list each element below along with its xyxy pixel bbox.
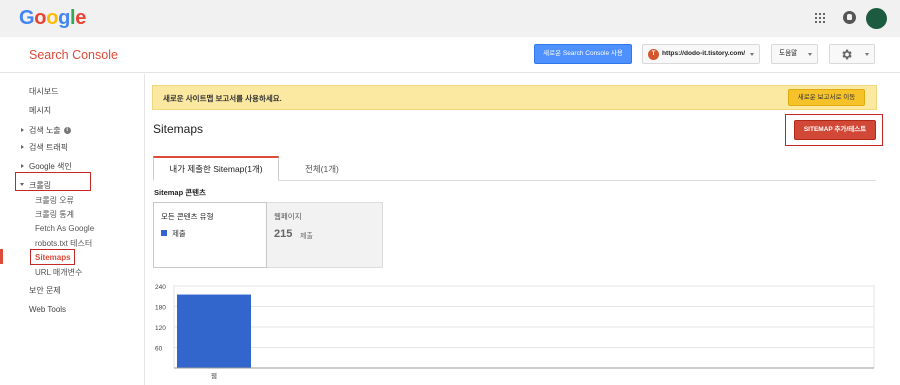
chevron-down-icon: [750, 53, 754, 56]
all-content-types-label: 모든 콘텐츠 유형: [161, 212, 214, 221]
sidebar-item-crawl-stats[interactable]: 크롤링 통계: [35, 209, 74, 220]
property-selector[interactable]: T https://dodo-it.tistory.com/: [642, 44, 760, 64]
content-type-card[interactable]: 모든 콘텐츠 유형 제출: [153, 202, 267, 268]
logo-letter-3: o: [46, 7, 59, 29]
sidebar-item-security[interactable]: 보안 문제: [29, 285, 61, 296]
sidebar-item-search-appearance[interactable]: 검색 노출 i: [21, 125, 71, 136]
sidebar-item-messages[interactable]: 메시지: [29, 105, 51, 116]
sitemap-chart: 60 120 180 240 웹: [155, 284, 875, 380]
sidebar-item-dashboard[interactable]: 대시보드: [29, 86, 58, 97]
sidebar-item-google-index[interactable]: Google 색인: [21, 161, 72, 172]
sidebar-item-label: 검색 노출: [29, 126, 61, 135]
highlight-box-add-sitemap: [785, 114, 883, 146]
help-button[interactable]: 도움말: [771, 44, 818, 64]
sitemap-content-label: Sitemap 콘텐츠: [154, 188, 206, 197]
web-pages-label: 웹페이지: [274, 212, 302, 221]
sidebar-nav: 대시보드 메시지 검색 노출 i 검색 트래픽 Google 색인 크롤링 크롤링…: [0, 74, 145, 385]
info-icon[interactable]: i: [63, 127, 71, 135]
highlight-box-sitemaps: [30, 249, 75, 265]
web-pages-count-label: 제출: [300, 233, 313, 240]
google-bar: Google: [0, 0, 900, 37]
help-label: 도움말: [779, 50, 798, 57]
web-pages-count: 215: [274, 228, 293, 240]
property-url: https://dodo-it.tistory.com/: [662, 50, 746, 57]
console-title[interactable]: Search Console: [29, 48, 118, 62]
sidebar-item-crawl-errors[interactable]: 크롤링 오류: [35, 195, 74, 206]
logo-letter-1: G: [19, 7, 35, 29]
notifications-icon[interactable]: [843, 11, 856, 24]
apps-grid-icon[interactable]: [815, 13, 825, 23]
chevron-right-icon: [21, 144, 24, 149]
sidebar-item-fetch-as-google[interactable]: Fetch As Google: [35, 224, 94, 233]
x-tick-label: 웹: [211, 371, 217, 380]
sidebar-item-web-tools[interactable]: Web Tools: [29, 305, 66, 314]
y-tick-label: 120: [155, 325, 166, 332]
console-header: Search Console 새로운 Search Console 사용 T h…: [0, 37, 900, 73]
active-indicator: [0, 249, 3, 264]
web-pages-card[interactable]: 웹페이지 215 제출: [267, 202, 383, 268]
tab-submitted-sitemaps[interactable]: 내가 제출한 Sitemap(1개): [153, 156, 279, 181]
sidebar-item-search-traffic[interactable]: 검색 트래픽: [21, 142, 68, 153]
y-tick-label: 60: [155, 346, 163, 353]
try-new-console-button[interactable]: 새로운 Search Console 사용: [534, 44, 632, 64]
y-tick-label: 240: [155, 284, 166, 291]
chevron-right-icon: [21, 163, 24, 168]
logo-letter-4: g: [58, 7, 71, 29]
logo-letter-2: o: [34, 7, 47, 29]
sidebar-item-label: 검색 트래픽: [29, 143, 69, 152]
logo-letter-6: e: [75, 7, 87, 29]
notice-text: 새로운 사이트맵 보고서를 사용하세요.: [163, 94, 282, 103]
sidebar-item-label: Google 색인: [29, 162, 72, 171]
tab-all-sitemaps[interactable]: 전체(1개): [305, 163, 339, 175]
y-tick-label: 180: [155, 305, 166, 312]
chevron-down-icon: [808, 53, 812, 56]
site-favicon-icon: T: [648, 49, 659, 60]
sidebar-item-url-params[interactable]: URL 매개변수: [35, 267, 82, 278]
legend-swatch-submitted: [161, 230, 167, 236]
highlight-box-crawl: [15, 172, 91, 191]
chevron-down-icon: [865, 53, 869, 56]
sidebar-item-robots-tester[interactable]: robots.txt 테스터: [35, 238, 92, 249]
new-report-notice: 새로운 사이트맵 보고서를 사용하세요. 새로운 보고서로 이동: [152, 85, 877, 110]
chart-bar[interactable]: [177, 294, 251, 368]
legend-label-submitted: 제출: [172, 229, 186, 238]
avatar[interactable]: [866, 8, 887, 29]
go-to-new-report-button[interactable]: 새로운 보고서로 이동: [788, 89, 865, 106]
chevron-right-icon: [21, 127, 24, 132]
settings-button[interactable]: [829, 44, 875, 64]
page-title: Sitemaps: [153, 122, 204, 136]
gear-icon: [842, 49, 852, 60]
google-logo[interactable]: Google: [19, 7, 86, 30]
